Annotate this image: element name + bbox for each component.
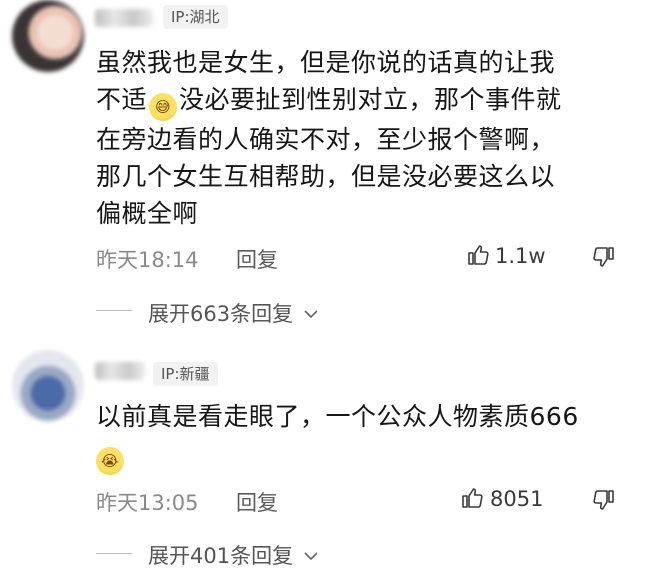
thumbs-up-icon[interactable] [460, 486, 484, 510]
divider [96, 310, 132, 311]
expand-replies-button[interactable]: 展开663条回复 [148, 298, 319, 328]
comment-line: 没必要扯到性别对立，那个事件就 [179, 85, 562, 114]
reply-button[interactable]: 回复 [236, 244, 278, 274]
username-blurred[interactable] [95, 9, 153, 27]
divider [96, 553, 132, 554]
thumbs-up-icon[interactable] [466, 243, 490, 267]
thumbs-down-icon[interactable] [592, 245, 616, 269]
comment-line: 虽然我也是女生，但是你说的话真的让我 [96, 48, 556, 77]
timestamp: 昨天13:05 [96, 491, 199, 515]
comment-line: 在旁边看的人确实不对，至少报个警啊， [96, 125, 556, 154]
comment-line: 偏概全啊 [96, 199, 199, 228]
ip-location-badge: IP:新疆 [153, 362, 218, 386]
comment-line: 以前真是看走眼了，一个公众人物素质666 [96, 402, 579, 431]
comment-line-emoji-row: 😭 [96, 435, 579, 475]
crying-emoji: 😭 [96, 447, 124, 475]
chevron-down-icon [304, 552, 318, 561]
avatar[interactable] [12, 0, 84, 72]
reply-button[interactable]: 回复 [236, 487, 278, 517]
like-count: 8051 [490, 487, 544, 511]
expand-replies-label: 展开401条回复 [148, 544, 294, 568]
ip-location-badge: IP:湖北 [163, 5, 228, 29]
thumbs-down-icon[interactable] [592, 488, 616, 512]
chevron-down-icon [304, 310, 318, 319]
comment-text: 以前真是看走眼了，一个公众人物素质666 😭 [96, 398, 579, 475]
like-count: 1.1w [495, 244, 546, 268]
comment-text: 虽然我也是女生，但是你说的话真的让我 不适 😅 没必要扯到性别对立，那个事件就 在旁… [96, 44, 562, 232]
timestamp: 昨天18:14 [96, 248, 199, 272]
expand-replies-label: 展开663条回复 [148, 302, 294, 326]
avatar[interactable] [12, 350, 84, 422]
username-blurred[interactable] [95, 362, 145, 380]
comment-line: 那几个女生互相帮助，但是没必要这么以 [96, 162, 556, 191]
comment-line: 不适 [96, 85, 148, 114]
sweat-smile-emoji: 😅 [149, 93, 178, 121]
expand-replies-button[interactable]: 展开401条回复 [148, 540, 319, 570]
comment-line-with-emoji: 不适 😅 没必要扯到性别对立，那个事件就 [96, 81, 562, 121]
